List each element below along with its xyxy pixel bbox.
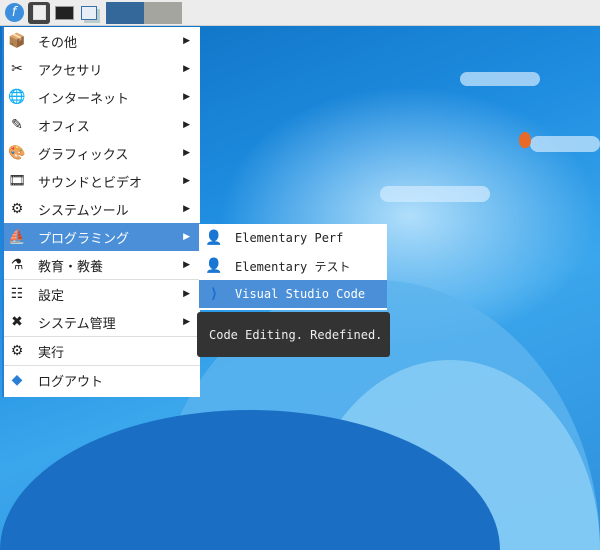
menu-item-sound-video[interactable]: 🎞 サウンドとビデオ ▶ [4,167,200,195]
submenu-item-label: Elementary テスト [235,259,351,274]
submenu-item-elementary-test[interactable]: 👤 Elementary テスト [199,252,387,280]
menu-item-label: ログアウト [38,374,104,390]
top-panel: f [0,0,600,26]
workspace-1[interactable] [106,1,144,24]
menu-item-label: グラフィックス [38,147,129,163]
menu-item-internet[interactable]: 🌐 インターネット ▶ [4,83,200,111]
chevron-right-icon: ▶ [183,36,190,46]
menu-item-label: オフィス [38,119,90,135]
menu-item-label: 実行 [38,345,65,361]
windows-icon[interactable] [78,2,100,24]
tools-icon: ✖ [11,314,23,330]
tooltip-text: Code Editing. Redefined. [209,327,383,342]
accessories-icon: ✂ [11,61,23,77]
chevron-right-icon: ▶ [183,64,190,74]
menu-item-label: その他 [38,35,78,51]
chevron-right-icon: ▶ [183,92,190,102]
menu-item-education[interactable]: ⚗ 教育・教養 ▶ [4,251,200,279]
programming-submenu: 👤 Elementary Perf 👤 Elementary テスト ⟩ Visual… [199,224,387,310]
menu-item-system-admin[interactable]: ✖ システム管理 ▶ [4,308,200,336]
fedora-logo-icon[interactable]: f [3,2,25,24]
file-cabinet-icon[interactable] [28,1,50,24]
menu-item-label: インターネット [38,91,130,107]
run-icon: ⚙ [10,343,24,359]
office-icon: ✎ [11,117,23,133]
submenu-item-label: Elementary Perf [235,231,344,245]
flask-icon: ⚗ [10,257,24,273]
logout-icon: ◆ [11,372,23,388]
menu-item-graphics[interactable]: 🎨 グラフィックス ▶ [4,139,200,167]
menu-item-system-tools[interactable]: ⚙ システムツール ▶ [4,195,200,223]
menu-item-label: アクセサリ [38,63,103,79]
chevron-right-icon: ▶ [183,289,190,299]
menu-item-label: システム管理 [38,316,116,332]
menu-item-programming[interactable]: ⛵ プログラミング ▶ [4,223,200,251]
chevron-right-icon: ▶ [183,204,190,214]
applications-menu: 📦 その他 ▶ ✂ アクセサリ ▶ 🌐 インターネット ▶ ✎ オフィス ▶ 🎨 グラフィックス ▶… [2,27,200,397]
menu-item-accessories[interactable]: ✂ アクセサリ ▶ [4,55,200,83]
menu-item-label: サウンドとビデオ [38,175,143,191]
film-icon: 🎞 [8,173,26,189]
balloon-icon [519,132,531,148]
submenu-item-vscode[interactable]: ⟩ Visual Studio Code [199,280,387,308]
misc-box-icon: 📦 [8,33,26,49]
globe-icon: 🌐 [8,89,26,105]
menu-item-logout[interactable]: ◆ ログアウト [4,366,200,394]
person-icon: 👤 [205,230,223,246]
menu-item-settings[interactable]: ☷ 設定 ▶ [4,280,200,308]
settings-icon: ☷ [10,286,24,302]
person-icon: 👤 [205,258,223,274]
palette-icon: 🎨 [8,145,26,161]
chevron-right-icon: ▶ [183,148,190,158]
chevron-right-icon: ▶ [183,317,190,327]
menu-item-label: 設定 [38,288,65,304]
menu-item-label: システムツール [38,203,129,219]
menu-item-other[interactable]: 📦 その他 ▶ [4,27,200,55]
workspace-2[interactable] [144,1,182,24]
monitor-icon[interactable] [53,2,75,24]
chevron-right-icon: ▶ [183,120,190,130]
menu-item-run[interactable]: ⚙ 実行 [4,337,200,365]
menu-item-label: 教育・教養 [38,259,104,275]
chevron-right-icon: ▶ [183,176,190,186]
menu-item-label: プログラミング [38,231,130,247]
programming-icon: ⛵ [8,229,26,245]
chevron-right-icon: ▶ [183,260,190,270]
menu-item-office[interactable]: ✎ オフィス ▶ [4,111,200,139]
vscode-icon: ⟩ [209,286,219,302]
gear-icon: ⚙ [10,201,24,217]
chevron-right-icon: ▶ [183,232,190,242]
tooltip: Code Editing. Redefined. [197,312,390,357]
submenu-item-label: Visual Studio Code [235,287,366,301]
submenu-item-elementary-perf[interactable]: 👤 Elementary Perf [199,224,387,252]
